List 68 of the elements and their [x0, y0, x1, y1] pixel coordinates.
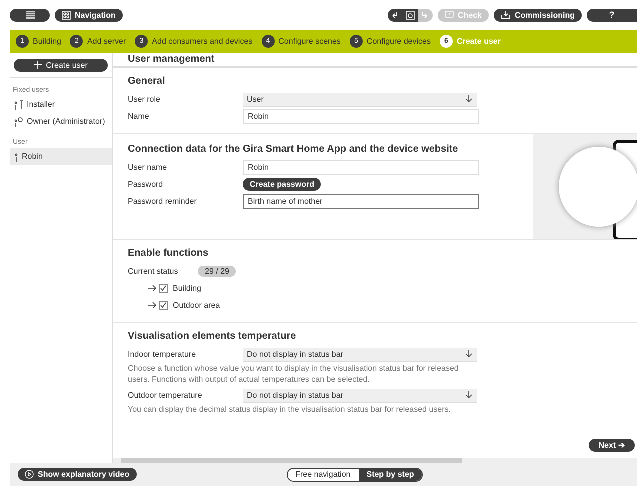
- step-label: Configure scenes: [278, 37, 341, 46]
- user-name: Robin: [22, 152, 43, 161]
- text-field[interactable]: Robin: [243, 109, 479, 124]
- help-button[interactable]: ?: [587, 8, 637, 22]
- temperature-dropdown[interactable]: Do not display in status bar: [243, 348, 477, 362]
- section-heading: Connection data for the Gira Smart Home App and the device website: [128, 144, 460, 155]
- download-icon: [500, 10, 511, 20]
- section-heading: General: [128, 76, 166, 87]
- field-label: Indoor temperature: [128, 350, 198, 359]
- arrow-icon: [148, 302, 157, 309]
- step-label: Configure devices: [366, 37, 431, 46]
- step-label: Add consumers and devices: [152, 37, 253, 46]
- status-count: 29 / 29: [198, 266, 236, 277]
- video-button[interactable]: Show explanatory video: [18, 468, 137, 481]
- user-name: Owner (Administrator): [27, 117, 106, 126]
- owner-icon: [14, 116, 24, 126]
- text-field[interactable]: Robin: [243, 160, 479, 175]
- navigation-mode-tab[interactable]: Free navigation: [288, 468, 359, 480]
- undo-icon: [391, 11, 400, 19]
- arrow-down-icon: [465, 391, 473, 399]
- user-list-item[interactable]: Installer: [10, 96, 112, 113]
- play-icon: [25, 470, 34, 479]
- arrow-down-icon: [465, 350, 473, 358]
- camera-icon: [406, 10, 415, 20]
- arrow-icon: [148, 285, 157, 292]
- grid-icon: [62, 10, 71, 20]
- navigation-mode-tab[interactable]: Step by step: [358, 468, 422, 480]
- field-label: Current status: [128, 267, 180, 276]
- user-list-item[interactable]: Owner (Administrator): [10, 113, 112, 130]
- section-heading: Enable functions: [128, 248, 210, 259]
- undo-button[interactable]: [388, 8, 403, 22]
- field-label: Outdoor temperature: [128, 391, 204, 400]
- person-icon: [14, 152, 19, 162]
- section-heading: Visualisation elements temperature: [128, 331, 298, 342]
- redo-icon: [421, 11, 430, 19]
- step-label: Create user: [456, 37, 501, 46]
- create-user-button[interactable]: Create user: [14, 58, 108, 72]
- checkbox[interactable]: [159, 301, 168, 310]
- field-label: Name: [128, 112, 150, 121]
- step-label: Building: [33, 37, 62, 46]
- next-button[interactable]: Next ➔: [589, 439, 635, 452]
- checkbox-label: Outdoor area: [173, 301, 220, 310]
- page-title: User management: [128, 54, 215, 65]
- message-icon: [444, 11, 454, 19]
- navigation-button[interactable]: Navigation: [55, 8, 123, 22]
- temperature-dropdown[interactable]: Do not display in status bar: [243, 388, 477, 402]
- step-label: Add server: [87, 37, 126, 46]
- user-name: Installer: [27, 100, 56, 109]
- role-dropdown[interactable]: User: [243, 92, 477, 106]
- menu-icon: [26, 11, 34, 19]
- create-password-button[interactable]: Create password: [243, 178, 322, 191]
- horizontal-scrollbar[interactable]: [113, 458, 637, 463]
- commissioning-button[interactable]: Commissioning: [494, 8, 582, 22]
- hint-text: Choose a function whose value you want to display in the visualisation status bar for released users. Functions with output of actual temperatures can be selected.: [128, 363, 460, 385]
- menu-button[interactable]: [10, 8, 50, 22]
- checkbox-label: Building: [173, 284, 202, 293]
- field-label: Password: [128, 180, 164, 189]
- camera-button[interactable]: [402, 8, 418, 22]
- field-label: User role: [128, 95, 162, 104]
- field-label: User name: [128, 163, 168, 172]
- field-label: Password reminder: [128, 197, 198, 206]
- installer-icon: [14, 100, 24, 110]
- arrow-down-icon: [465, 95, 473, 103]
- checkbox[interactable]: [159, 284, 168, 293]
- user-list-item[interactable]: Robin: [10, 148, 112, 165]
- text-field[interactable]: Birth name of mother: [243, 194, 479, 209]
- plus-icon: [34, 61, 42, 69]
- hint-text: You can display the decimal status display in the visualisation status bar for released users.: [128, 404, 452, 415]
